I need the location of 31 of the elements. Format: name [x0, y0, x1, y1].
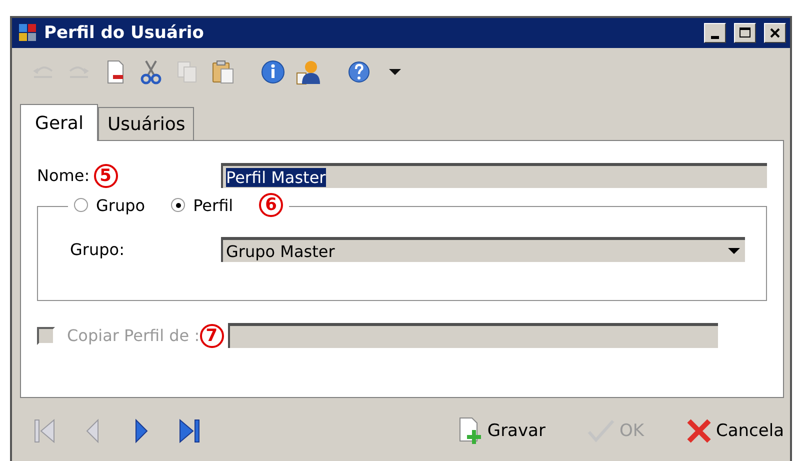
annotation-marker: 7	[200, 324, 224, 348]
app-icon	[18, 23, 38, 43]
selected-text: Perfil Master	[226, 168, 326, 186]
scissors-icon[interactable]	[138, 59, 164, 85]
field-label: Nome:	[37, 166, 90, 185]
caret-icon	[727, 247, 741, 255]
radio-option[interactable]: Grupo	[74, 196, 146, 214]
help-icon[interactable]	[346, 59, 372, 85]
minimize-button[interactable]	[704, 23, 726, 43]
radio-option[interactable]: Perfil	[171, 196, 234, 214]
name-field[interactable]: Perfil Master	[221, 163, 767, 188]
annotation-marker: 5	[94, 164, 118, 188]
save-button[interactable]: Gravar	[451, 416, 552, 444]
maximize-icon	[739, 27, 751, 39]
tab[interactable]: Geral	[20, 104, 98, 141]
user-icon[interactable]	[296, 59, 322, 85]
annotation-marker: 6	[259, 193, 284, 217]
document-add-icon	[457, 416, 484, 444]
close-icon	[769, 27, 781, 39]
window-title: Perfil do Usuário	[44, 23, 205, 43]
checkbox-label: Copiar Perfil de :	[67, 326, 200, 345]
cancel-button[interactable]: Cancela	[680, 418, 790, 444]
clipboard-icon[interactable]	[210, 59, 236, 85]
field-label: Grupo:	[70, 240, 124, 259]
tab[interactable]: Usuários	[98, 107, 194, 140]
group-dropdown[interactable]: Grupo Master	[221, 237, 745, 262]
close-icon	[686, 418, 712, 444]
info-icon[interactable]	[260, 59, 286, 85]
maximize-button[interactable]	[734, 23, 756, 43]
close-button[interactable]	[764, 23, 786, 43]
minimize-icon	[711, 36, 719, 38]
